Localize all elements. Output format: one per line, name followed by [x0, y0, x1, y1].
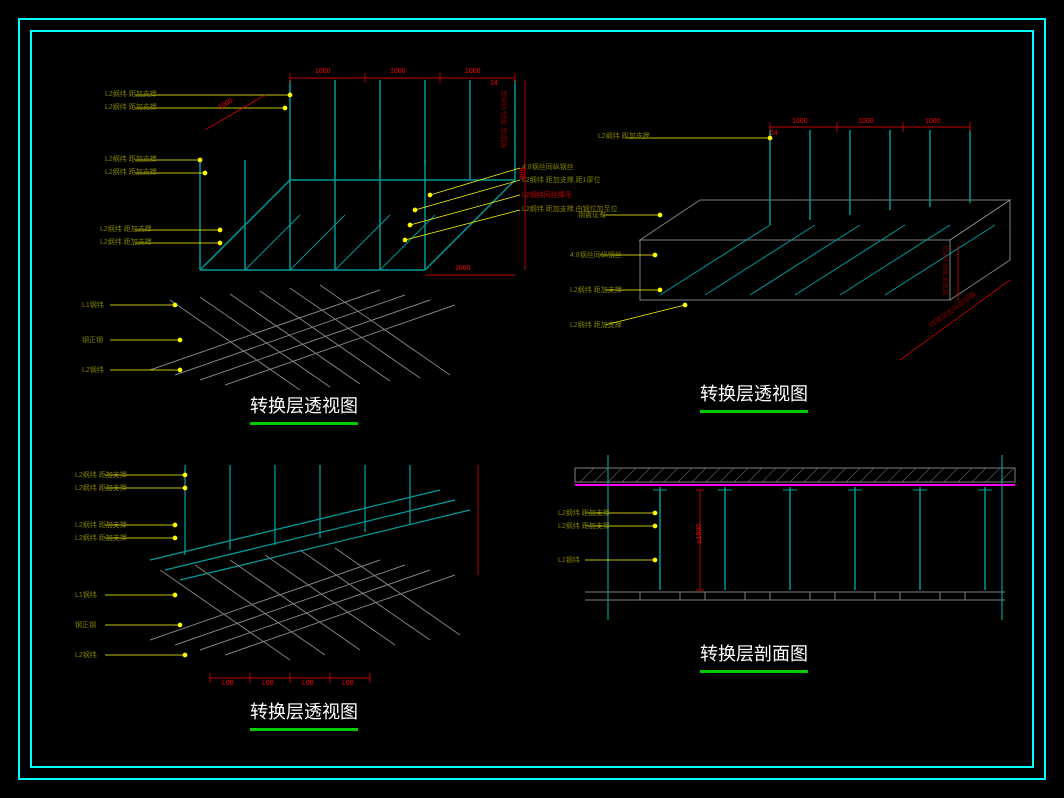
- d1-dim: 1000: [315, 68, 331, 75]
- d2-label: L2纲纬 距加支撑: [570, 285, 622, 295]
- d3-label: L2纲纬 距加支撑: [75, 533, 127, 543]
- d2-dim: 1000: [792, 118, 808, 125]
- title-2: 转换层透视图: [700, 380, 808, 413]
- d3-dim: L00: [342, 680, 354, 687]
- d2-dim: 14: [770, 130, 778, 137]
- diagram-canvas: [0, 0, 1064, 798]
- d1-vert-label: 纬吊平成距 转换层: [498, 90, 508, 148]
- diagram-1: [110, 73, 525, 390]
- d2-label: 钢置证有: [578, 210, 606, 220]
- d3-label: L2纲纬 距加支撑: [75, 520, 127, 530]
- d1-dim: 1000: [465, 68, 481, 75]
- d3-label: L1钢纬: [75, 590, 97, 600]
- d2-label: L2纲纬 距加支撑: [570, 320, 622, 330]
- d1-dim: 600: [517, 168, 524, 180]
- diagram-2: [600, 122, 1010, 360]
- d3-label: L2纲纬 距加支撑: [75, 470, 127, 480]
- d2-vert-label: 纬吊平成距 转换层: [940, 245, 949, 295]
- d1-label: L2纲纬 距加支撑: [105, 89, 157, 99]
- d1-label: L2纲纬 距加支撑: [105, 102, 157, 112]
- d1-label: L2纲纬 距加支撑: [100, 237, 152, 247]
- d2-dim: 1000: [925, 118, 941, 125]
- d3-dim: L00: [302, 680, 314, 687]
- d4-dim: ≤1800: [696, 524, 703, 543]
- d1-label: L2纲纬 距加支撑,距1厚位: [522, 175, 601, 185]
- diagram-3: [105, 465, 478, 683]
- diagram-4: [575, 455, 1015, 620]
- d2-label: L2纲纬 距加支撑: [598, 131, 650, 141]
- d1-label: L2钢纬: [82, 365, 104, 375]
- d4-label: L1钢纬: [558, 555, 580, 565]
- d1-dim: 1000: [390, 68, 406, 75]
- d1-label-red: L2钢纬同丝降吊: [522, 190, 572, 200]
- d3-label: 钢正钢: [75, 620, 96, 630]
- d3-label: L2纲纬 距加支撑: [75, 483, 127, 493]
- d2-label: 4:8钢丝同纵钢丝: [570, 250, 622, 260]
- title-1: 转换层透视图: [250, 392, 358, 425]
- d1-dim: 1000: [455, 265, 471, 272]
- title-4: 转换层剖面图: [700, 640, 808, 673]
- d1-label: L1钢纬: [82, 300, 104, 310]
- d3-dim: L00: [222, 680, 234, 687]
- d4-label: L2纲纬 距加支撑: [558, 521, 610, 531]
- d1-label: 4:8钢丝同纵钢丝: [522, 162, 574, 172]
- d2-dim: 1000: [858, 118, 874, 125]
- title-3: 转换层透视图: [250, 698, 358, 731]
- d1-label: 钢正钢: [82, 335, 103, 345]
- d1-label: L2纲纬 距加支撑: [105, 167, 157, 177]
- d1-dim: 14: [490, 80, 498, 87]
- d4-label: L2纲纬 距加支撑: [558, 508, 610, 518]
- d3-dim: L00: [262, 680, 274, 687]
- d1-label: L2纲纬 距加支撑: [105, 154, 157, 164]
- d1-label: L2纲纬 距加支撑: [100, 224, 152, 234]
- d3-label: L2钢纬: [75, 650, 97, 660]
